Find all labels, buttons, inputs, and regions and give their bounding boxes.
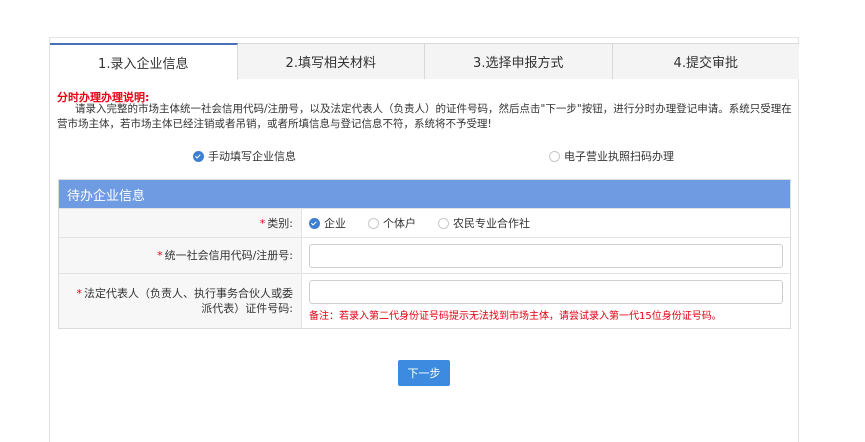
enterprise-form: 待办企业信息 * 类别: 企业 个体户 农民专业合作社 * 统一社会信用代码/注…: [58, 179, 791, 329]
radio-unchecked-icon[interactable]: [549, 150, 560, 162]
credit-code-label: * 统一社会信用代码/注册号:: [59, 238, 302, 273]
mode-manual-option[interactable]: 手动填写企业信息: [193, 148, 296, 164]
radio-unchecked-icon[interactable]: [368, 217, 379, 229]
type-option-cooperative[interactable]: 农民专业合作社: [438, 215, 530, 231]
id-number-hint: 备注：若录入第二代身份证号码提示无法找到市场主体，请尝试录入第一代15位身份证号…: [309, 311, 722, 322]
type-option-label: 农民专业合作社: [453, 217, 530, 230]
type-option-label: 个体户: [383, 217, 416, 230]
required-mark: *: [259, 216, 266, 230]
credit-code-label-text: 统一社会信用代码/注册号:: [164, 249, 293, 262]
tab-step-2[interactable]: 2.填写相关材料: [237, 43, 425, 79]
form-row-type: * 类别: 企业 个体户 农民专业合作社: [59, 208, 790, 237]
id-number-label: * 法定代表人（负责人、执行事务合伙人或委派代表）证件号码:: [59, 274, 302, 328]
id-number-cell: 备注：若录入第二代身份证号码提示无法找到市场主体，请尝试录入第一代15位身份证号…: [302, 274, 790, 328]
tab-step-3[interactable]: 3.选择申报方式: [425, 43, 613, 79]
credit-code-input[interactable]: [309, 243, 783, 268]
type-option-individual[interactable]: 个体户: [368, 215, 416, 231]
credit-code-cell: [302, 238, 790, 273]
mode-manual-label: 手动填写企业信息: [208, 150, 296, 163]
mode-scan-label: 电子营业执照扫码办理: [564, 150, 674, 163]
main-panel: 1.录入企业信息 2.填写相关材料 3.选择申报方式 4.提交审批 分时办理办理…: [49, 37, 799, 442]
type-option-label: 企业: [324, 217, 346, 230]
form-row-id-number: * 法定代表人（负责人、执行事务合伙人或委派代表）证件号码: 备注：若录入第二代身…: [59, 273, 790, 328]
form-row-credit-code: * 统一社会信用代码/注册号:: [59, 237, 790, 273]
mode-scan-option[interactable]: 电子营业执照扫码办理: [549, 148, 674, 164]
type-options: 企业 个体户 农民专业合作社: [302, 209, 790, 237]
required-mark: *: [76, 287, 83, 300]
tab-step-4[interactable]: 4.提交审批: [612, 43, 799, 79]
form-header: 待办企业信息: [59, 180, 790, 208]
radio-checked-icon[interactable]: [309, 217, 320, 229]
id-number-label-text: 法定代表人（负责人、执行事务合伙人或委派代表）证件号码:: [84, 287, 293, 315]
type-option-enterprise[interactable]: 企业: [309, 215, 346, 231]
required-mark: *: [157, 249, 163, 262]
type-label-text: 类别:: [267, 216, 293, 230]
notice-text: 请录入完整的市场主体统一社会信用代码/注册号，以及法定代表人（负责人）的证件号码…: [57, 103, 792, 130]
type-label: * 类别:: [59, 209, 302, 237]
radio-checked-icon[interactable]: [193, 150, 204, 162]
tab-step-1[interactable]: 1.录入企业信息: [50, 43, 238, 80]
id-number-input[interactable]: [309, 280, 783, 304]
step-tabs: 1.录入企业信息 2.填写相关材料 3.选择申报方式 4.提交审批: [50, 43, 799, 80]
radio-unchecked-icon[interactable]: [438, 217, 449, 229]
next-step-button[interactable]: 下一步: [398, 360, 450, 386]
